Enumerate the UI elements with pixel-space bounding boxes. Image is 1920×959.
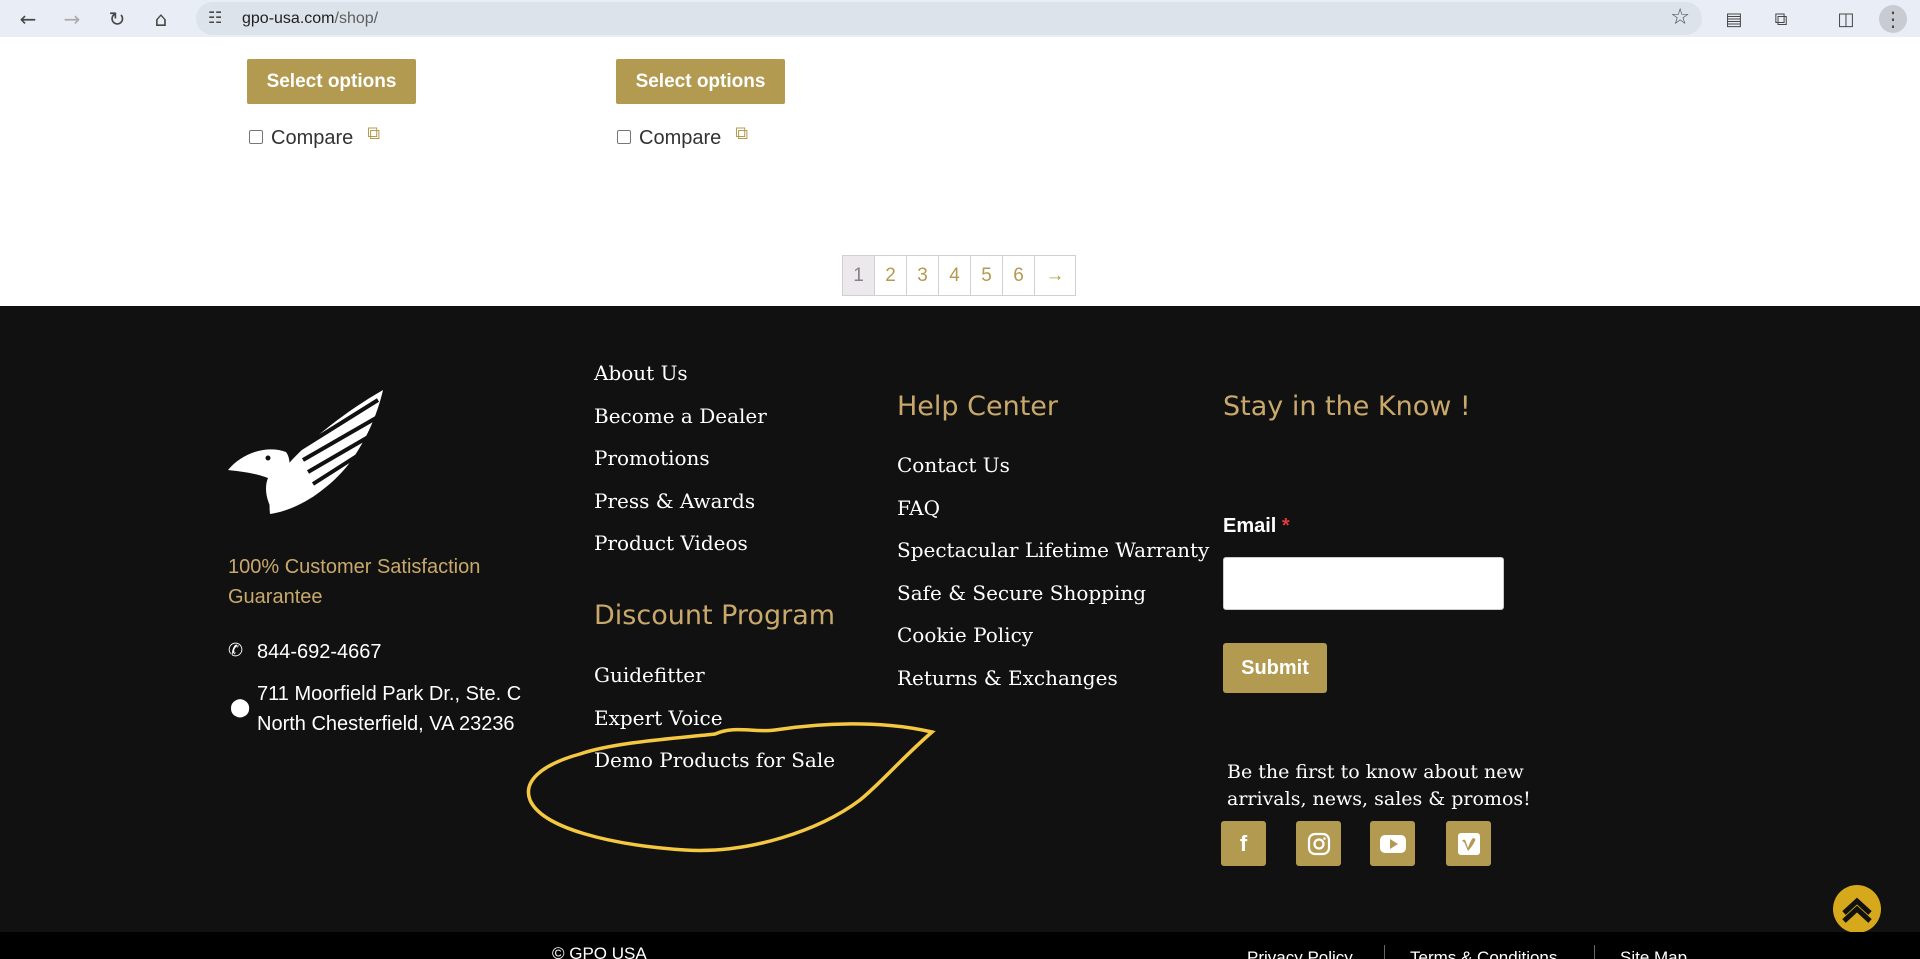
menu-kebab-icon[interactable]: ⋮ xyxy=(1879,5,1907,33)
footer-link-promotions[interactable]: Promotions xyxy=(594,446,710,470)
compare-checkbox[interactable] xyxy=(617,129,631,144)
external-link-icon[interactable]: ⧉ xyxy=(367,123,380,144)
home-icon[interactable]: ⌂ xyxy=(147,5,175,33)
scroll-to-top-button[interactable] xyxy=(1833,885,1881,933)
address-line: 711 Moorfield Park Dr., Ste. C xyxy=(257,683,522,705)
url-domain: gpo-usa.com xyxy=(242,10,335,27)
footer-link-secure-shopping[interactable]: Safe & Secure Shopping xyxy=(897,581,1146,605)
compare-label: Compare xyxy=(271,127,354,149)
select-options-button[interactable]: Select options xyxy=(616,59,785,104)
url-path: /shop/ xyxy=(334,10,379,27)
bookmark-star-icon[interactable]: ☆ xyxy=(1670,5,1690,30)
page-number[interactable]: 6 xyxy=(1003,256,1035,295)
back-icon[interactable]: ← xyxy=(14,5,42,33)
guarantee-text: 100% Customer Satisfaction Guarantee xyxy=(228,556,481,608)
eagle-logo[interactable] xyxy=(228,390,383,514)
phone-icon: ✆ xyxy=(228,640,244,661)
forward-icon[interactable]: → xyxy=(58,5,86,33)
side-panel-icon[interactable]: ◫ xyxy=(1832,5,1860,33)
newsletter-tagline: Be the first to know about new arrivals,… xyxy=(1227,761,1531,810)
map-pin-icon: ⬤ xyxy=(230,697,251,718)
extensions-icon[interactable]: ⧉ xyxy=(1767,5,1795,33)
site-map-link[interactable]: Site Map xyxy=(1620,948,1687,959)
footer-link-press-awards[interactable]: Press & Awards xyxy=(594,489,755,513)
email-label-text: Email xyxy=(1223,515,1277,537)
footer-link-become-dealer[interactable]: Become a Dealer xyxy=(594,404,767,428)
divider xyxy=(1384,945,1385,959)
divider xyxy=(1594,945,1595,959)
page-number[interactable]: 4 xyxy=(939,256,971,295)
footer-link-guidefitter[interactable]: Guidefitter xyxy=(594,663,705,687)
compare-option[interactable]: Compare ⧉ xyxy=(249,123,380,150)
chevron-up-icon xyxy=(1842,897,1872,923)
browser-toolbar: ← → ↻ ⌂ ☷ gpo-usa.com/shop/ ☆ ▤ ⧉ ◫ ⋮ xyxy=(0,0,1920,37)
address-bar[interactable]: ☷ gpo-usa.com/shop/ ☆ xyxy=(196,2,1702,35)
copyright: © GPO USA xyxy=(552,944,647,959)
email-input[interactable] xyxy=(1223,557,1504,610)
compare-label: Compare xyxy=(639,127,722,149)
phone-number[interactable]: 844-692-4667 xyxy=(257,637,382,667)
submit-button[interactable]: Submit xyxy=(1223,643,1327,693)
address: 711 Moorfield Park Dr., Ste. C North Che… xyxy=(257,679,521,739)
required-asterisk: * xyxy=(1281,515,1290,537)
facebook-icon[interactable]: f xyxy=(1221,821,1266,866)
address-line: North Chesterfield, VA 23236 xyxy=(257,713,515,735)
vimeo-icon[interactable] xyxy=(1446,821,1491,866)
compare-checkbox[interactable] xyxy=(249,129,263,144)
footer-link-cookie-policy[interactable]: Cookie Policy xyxy=(897,623,1033,647)
annotation-circle xyxy=(526,722,936,853)
external-link-icon[interactable]: ⧉ xyxy=(735,123,748,144)
page-number[interactable]: 5 xyxy=(971,256,1003,295)
instagram-icon[interactable] xyxy=(1296,821,1341,866)
youtube-icon[interactable] xyxy=(1370,821,1415,866)
privacy-policy-link[interactable]: Privacy Policy xyxy=(1247,948,1353,959)
footer-link-warranty[interactable]: Spectacular Lifetime Warranty xyxy=(897,538,1209,562)
help-center-heading: Help Center xyxy=(897,391,1059,422)
site-info-icon[interactable]: ☷ xyxy=(208,8,222,27)
pagination: 1 2 3 4 5 6 → xyxy=(842,255,1076,296)
print-icon[interactable]: ▤ xyxy=(1720,5,1748,33)
footer-link-faq[interactable]: FAQ xyxy=(897,496,940,520)
footer-link-returns[interactable]: Returns & Exchanges xyxy=(897,666,1118,690)
page-number-current: 1 xyxy=(843,256,875,295)
footer-link-about-us[interactable]: About Us xyxy=(594,361,688,385)
footer-link-contact-us[interactable]: Contact Us xyxy=(897,453,1010,477)
newsletter-heading: Stay in the Know ! xyxy=(1223,391,1471,422)
select-options-button[interactable]: Select options xyxy=(247,59,416,104)
page-number[interactable]: 3 xyxy=(907,256,939,295)
email-label: Email * xyxy=(1223,515,1290,538)
next-page-arrow[interactable]: → xyxy=(1035,256,1075,295)
discount-program-heading: Discount Program xyxy=(594,600,836,631)
reload-icon[interactable]: ↻ xyxy=(103,5,131,33)
page-number[interactable]: 2 xyxy=(875,256,907,295)
url-text[interactable]: gpo-usa.com/shop/ xyxy=(242,10,378,28)
compare-option[interactable]: Compare ⧉ xyxy=(617,123,748,150)
terms-link[interactable]: Terms & Conditions xyxy=(1410,948,1557,959)
footer-link-product-videos[interactable]: Product Videos xyxy=(594,531,748,555)
